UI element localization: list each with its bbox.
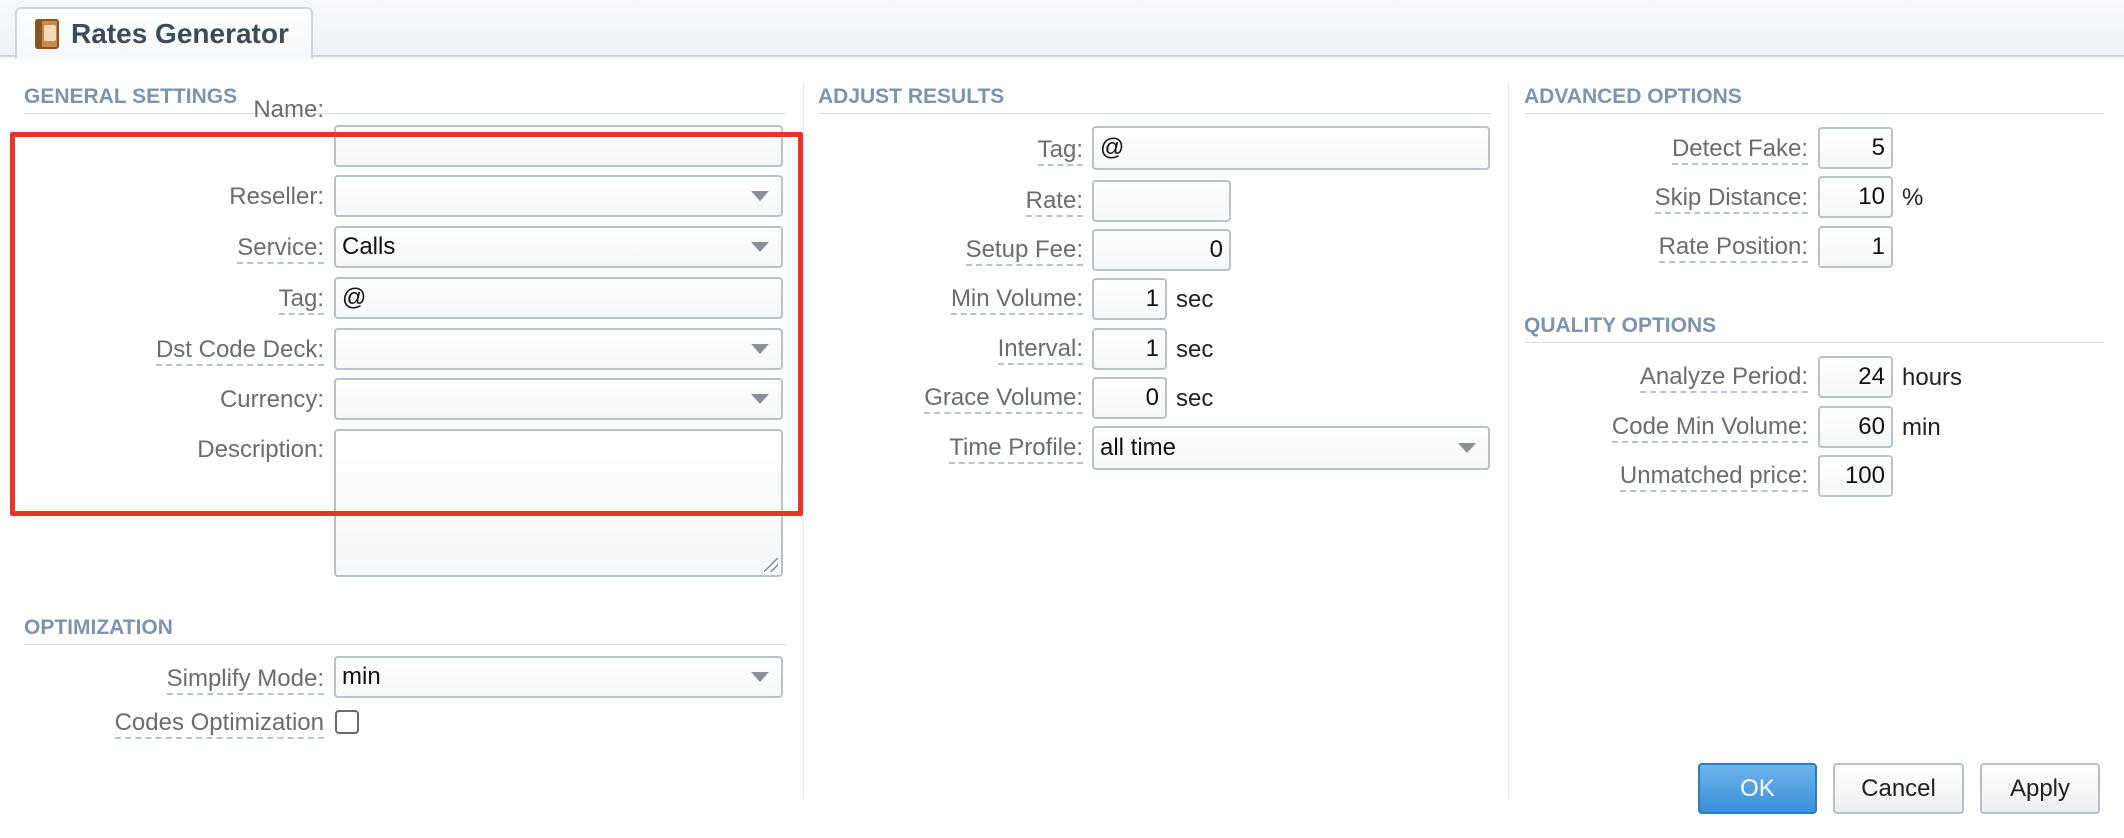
rate-label: Rate: (818, 187, 1083, 217)
column-divider (1508, 83, 1509, 799)
simplify-mode-select[interactable]: min (334, 656, 783, 698)
time-profile-select[interactable]: all time (1092, 426, 1490, 470)
code-min-volume-input[interactable]: 60 (1818, 406, 1893, 448)
window-header: Rates Generator (0, 0, 2124, 59)
adjust-results-title: ADJUST RESULTS (818, 85, 1491, 114)
setup-fee-input[interactable]: 0 (1092, 229, 1231, 271)
name-label: Name: (253, 96, 324, 123)
analyze-period-label: Analyze Period: (1524, 363, 1808, 393)
unmatched-price-input[interactable]: 100 (1818, 455, 1893, 497)
rates-book-icon (31, 18, 61, 50)
rate-input[interactable] (1092, 180, 1231, 222)
chevron-down-icon (1458, 443, 1476, 453)
ok-button[interactable]: OK (1698, 763, 1817, 814)
quality-options-title: QUALITY OPTIONS (1524, 314, 2104, 343)
simplify-mode-label: Simplify Mode: (24, 665, 324, 695)
window-title: Rates Generator (71, 18, 289, 49)
apply-button[interactable]: Apply (1980, 763, 2100, 814)
min-volume-label: Min Volume: (818, 285, 1083, 315)
code-min-volume-unit: min (1902, 414, 1941, 441)
min-volume-unit: sec (1176, 286, 1214, 313)
analyze-period-unit: hours (1902, 364, 1963, 391)
skip-distance-input[interactable]: 10 (1818, 176, 1893, 218)
grace-volume-input[interactable]: 0 (1092, 377, 1167, 419)
adjust-tag-label: Tag: (818, 136, 1083, 166)
setup-fee-label: Setup Fee: (818, 236, 1083, 266)
grace-volume-unit: sec (1176, 385, 1214, 412)
tab-rates-generator[interactable]: Rates Generator (15, 7, 313, 59)
column-divider (803, 83, 804, 799)
analyze-period-input[interactable]: 24 (1818, 356, 1893, 398)
resize-grip-icon[interactable] (764, 558, 778, 572)
rate-position-label: Rate Position: (1524, 233, 1808, 263)
codes-optimization-checkbox[interactable] (335, 710, 359, 734)
adjust-tag-input[interactable]: @ (1092, 126, 1490, 170)
chevron-down-icon (751, 672, 769, 682)
general-settings-highlight (10, 132, 803, 516)
cancel-button[interactable]: Cancel (1833, 763, 1964, 814)
form-body: GENERAL SETTINGS Name: Reseller: Service… (0, 59, 2124, 838)
codes-optimization-label: Codes Optimization (24, 709, 324, 739)
interval-label: Interval: (818, 335, 1083, 365)
simplify-mode-value: min (342, 663, 381, 690)
skip-distance-label: Skip Distance: (1524, 184, 1808, 214)
grace-volume-label: Grace Volume: (818, 384, 1083, 414)
detect-fake-label: Detect Fake: (1524, 135, 1808, 165)
time-profile-value: all time (1100, 434, 1177, 461)
min-volume-input[interactable]: 1 (1092, 278, 1167, 320)
interval-unit: sec (1176, 336, 1214, 363)
interval-input[interactable]: 1 (1092, 328, 1167, 370)
code-min-volume-label: Code Min Volume: (1524, 413, 1808, 443)
optimization-title: OPTIMIZATION (24, 616, 786, 645)
advanced-options-title: ADVANCED OPTIONS (1524, 85, 2104, 114)
time-profile-label: Time Profile: (818, 434, 1083, 464)
rate-position-input[interactable]: 1 (1818, 226, 1893, 268)
skip-distance-unit: % (1902, 184, 1924, 211)
unmatched-price-label: Unmatched price: (1524, 462, 1808, 492)
detect-fake-input[interactable]: 5 (1818, 127, 1893, 169)
